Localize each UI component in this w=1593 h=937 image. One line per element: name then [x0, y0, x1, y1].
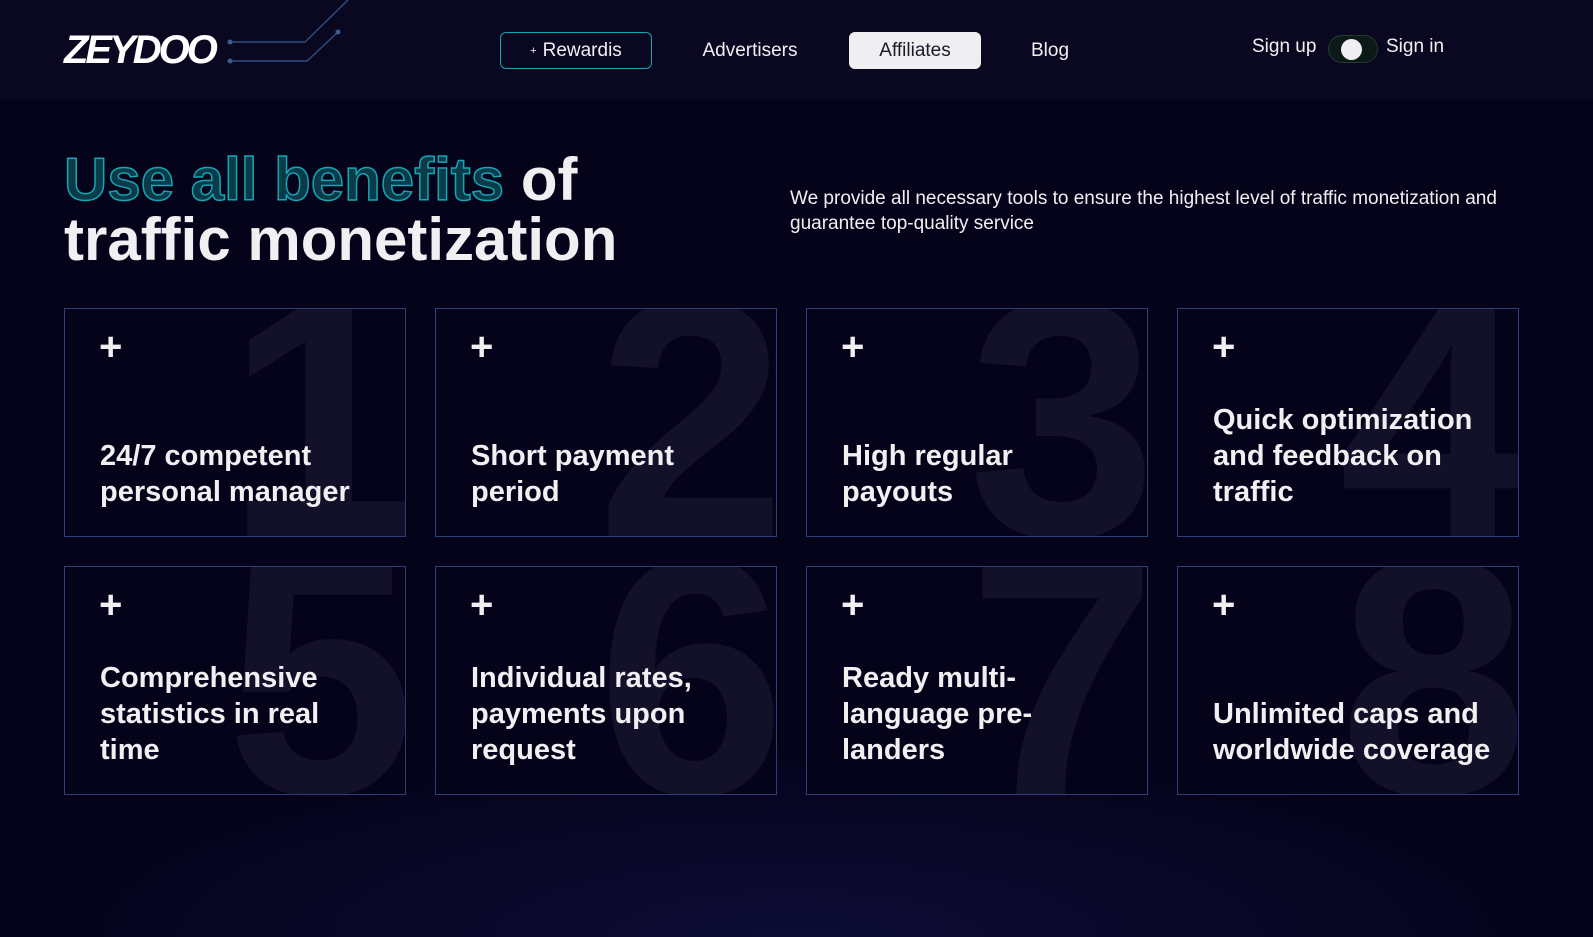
title-highlight: Use all benefits	[63, 146, 505, 213]
header: ZEYDOO + Rewardis Advertisers Affiliates …	[0, 0, 1593, 100]
benefit-card[interactable]: 6 + Individual rates, payments upon requ…	[435, 566, 777, 795]
plus-icon[interactable]: +	[470, 327, 493, 367]
nav-label: Rewardis	[542, 39, 622, 61]
plus-icon[interactable]: +	[1212, 585, 1235, 625]
title-line2: traffic monetization	[64, 206, 618, 273]
nav-advertisers[interactable]: Advertisers	[690, 32, 810, 69]
card-title: Individual rates, payments upon request	[471, 662, 692, 766]
plus-icon[interactable]: +	[841, 327, 864, 367]
benefit-card[interactable]: 7 + Ready multi-language pre-landers	[806, 566, 1148, 795]
benefit-card[interactable]: 1 + 24/7 competent personal manager	[64, 308, 406, 537]
nav-rewardis[interactable]: + Rewardis	[500, 32, 652, 69]
card-title: Ready multi-language pre-landers	[842, 662, 1033, 766]
nav-affiliates[interactable]: Affiliates	[849, 32, 981, 69]
circuit-decoration-icon	[227, 0, 349, 64]
sign-up-link[interactable]: Sign up	[1252, 36, 1316, 58]
card-title: Comprehensive statistics in real time	[100, 662, 320, 766]
card-title: Unlimited caps and worldwide coverage	[1213, 698, 1491, 766]
nav-blog[interactable]: Blog	[1020, 32, 1080, 69]
plus-icon[interactable]: +	[99, 327, 122, 367]
sign-in-link[interactable]: Sign in	[1386, 36, 1444, 58]
card-title: Quick optimization and feedback on traff…	[1213, 404, 1473, 508]
card-title: Short payment period	[471, 440, 675, 508]
card-title: High regular payouts	[842, 440, 1013, 508]
auth-toggle[interactable]	[1328, 35, 1378, 63]
logo[interactable]: ZEYDOO	[64, 28, 218, 73]
benefit-card[interactable]: 3 + High regular payouts	[806, 308, 1148, 537]
benefit-card[interactable]: 2 + Short payment period	[435, 308, 777, 537]
plus-icon: +	[530, 44, 537, 57]
benefit-card[interactable]: 8 + Unlimited caps and worldwide coverag…	[1177, 566, 1519, 795]
plus-icon[interactable]: +	[99, 585, 122, 625]
title-part: of	[504, 146, 578, 213]
benefit-card[interactable]: 4 + Quick optimization and feedback on t…	[1177, 308, 1519, 537]
page-title: Use all benefits of traffic monetization	[63, 149, 618, 273]
toggle-knob	[1341, 39, 1362, 60]
plus-icon[interactable]: +	[1212, 327, 1235, 367]
plus-icon[interactable]: +	[841, 585, 864, 625]
card-title: 24/7 competent personal manager	[100, 440, 350, 508]
benefit-card[interactable]: 5 + Comprehensive statistics in real tim…	[64, 566, 406, 795]
plus-icon[interactable]: +	[470, 585, 493, 625]
hero-description: We provide all necessary tools to ensure…	[790, 188, 1497, 234]
